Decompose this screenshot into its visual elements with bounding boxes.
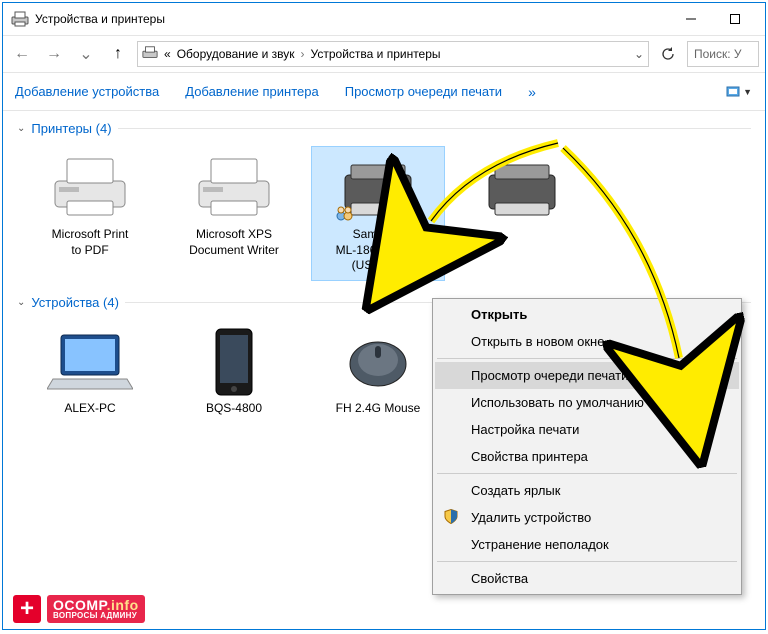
separator bbox=[437, 473, 737, 474]
divider bbox=[118, 128, 751, 129]
printer-icon bbox=[47, 153, 133, 223]
toolbar-overflow-button[interactable]: » bbox=[528, 84, 536, 100]
phone-icon bbox=[191, 327, 277, 397]
shared-icon bbox=[335, 202, 355, 227]
watermark-sub: ВОПРОСЫ АДМИНУ bbox=[53, 612, 139, 620]
titlebar: Устройства и принтеры bbox=[3, 3, 765, 35]
printer-icon bbox=[335, 153, 421, 223]
command-bar: Добавление устройства Добавление принтер… bbox=[3, 73, 765, 111]
chevron-down-icon: ⌄ bbox=[79, 44, 92, 64]
add-printer-button[interactable]: Добавление принтера bbox=[185, 84, 318, 99]
address-dropdown-button[interactable]: ⌄ bbox=[634, 47, 644, 61]
forward-button[interactable]: → bbox=[41, 41, 67, 67]
search-input[interactable]: Поиск: У bbox=[687, 41, 759, 67]
ctx-properties[interactable]: Свойства bbox=[435, 565, 739, 592]
printer-item[interactable]: Microsoft XPS Document Writer bbox=[167, 146, 301, 281]
ctx-troubleshoot[interactable]: Устранение неполадок bbox=[435, 531, 739, 558]
up-button[interactable]: ↑ bbox=[105, 41, 131, 67]
view-print-queue-button[interactable]: Просмотр очереди печати bbox=[345, 84, 502, 99]
devices-and-printers-window: Устройства и принтеры ← → ⌄ ↑ « Оборудов… bbox=[2, 2, 766, 630]
device-item[interactable]: ALEX-PC bbox=[23, 320, 157, 439]
watermark-text: OCOMP.info ВОПРОСЫ АДМИНУ bbox=[47, 595, 145, 623]
ctx-printer-properties[interactable]: Свойства принтера bbox=[435, 443, 739, 470]
add-device-button[interactable]: Добавление устройства bbox=[15, 84, 159, 99]
mouse-icon bbox=[335, 327, 421, 397]
printer-item-selected[interactable]: Samsung ML-1860 Series (USB001) bbox=[311, 146, 445, 281]
printers-items: Microsoft Print to PDF Microsoft XPS Doc… bbox=[3, 140, 765, 291]
ctx-open[interactable]: Открыть bbox=[435, 301, 739, 328]
search-placeholder: Поиск: У bbox=[694, 47, 742, 61]
printer-devices-icon bbox=[142, 45, 158, 64]
address-bar[interactable]: « Оборудование и звук › Устройства и при… bbox=[137, 41, 649, 67]
item-label: ALEX-PC bbox=[64, 401, 115, 432]
separator bbox=[437, 358, 737, 359]
shield-icon bbox=[443, 508, 459, 527]
chevron-down-icon: ⌄ bbox=[17, 297, 25, 308]
ctx-view-print-queue[interactable]: Просмотр очереди печати bbox=[435, 362, 739, 389]
maximize-button[interactable] bbox=[713, 4, 757, 34]
ctx-create-shortcut[interactable]: Создать ярлык bbox=[435, 477, 739, 504]
crumb-devices-printers[interactable]: Устройства и принтеры bbox=[311, 47, 441, 61]
laptop-icon bbox=[47, 327, 133, 397]
refresh-button[interactable] bbox=[655, 41, 681, 67]
printer-devices-icon bbox=[11, 10, 29, 28]
ctx-remove-device[interactable]: Удалить устройство bbox=[435, 504, 739, 531]
plus-icon: + bbox=[13, 595, 41, 623]
chevron-down-icon: ⌄ bbox=[17, 123, 25, 134]
ctx-set-default[interactable]: Использовать по умолчанию bbox=[435, 389, 739, 416]
view-options-button[interactable]: ▼ bbox=[725, 81, 753, 103]
group-header-printers[interactable]: ⌄ Принтеры (4) bbox=[3, 117, 765, 140]
context-menu: Открыть Открыть в новом окне Просмотр оч… bbox=[432, 298, 742, 595]
item-label: Microsoft Print to PDF bbox=[52, 227, 129, 258]
recent-locations-button[interactable]: ⌄ bbox=[73, 41, 99, 67]
printer-item[interactable] bbox=[455, 146, 589, 281]
minimize-button[interactable] bbox=[669, 4, 713, 34]
crumb-dropdown[interactable]: « bbox=[164, 47, 171, 61]
nav-bar: ← → ⌄ ↑ « Оборудование и звук › Устройст… bbox=[3, 35, 765, 73]
item-label: Microsoft XPS Document Writer bbox=[189, 227, 279, 258]
item-label: Samsung ML-1860 Series (USB001) bbox=[336, 227, 421, 274]
device-item[interactable]: BQS-4800 bbox=[167, 320, 301, 439]
watermark: + OCOMP.info ВОПРОСЫ АДМИНУ bbox=[13, 595, 145, 623]
ctx-remove-device-label: Удалить устройство bbox=[471, 510, 591, 525]
ctx-open-new-window[interactable]: Открыть в новом окне bbox=[435, 328, 739, 355]
ctx-printing-prefs[interactable]: Настройка печати bbox=[435, 416, 739, 443]
group-printers-label: Принтеры (4) bbox=[31, 121, 111, 136]
chevron-right-icon: › bbox=[301, 47, 305, 61]
separator bbox=[437, 561, 737, 562]
printer-icon bbox=[479, 153, 565, 223]
item-label: FH 2.4G Mouse bbox=[336, 401, 421, 432]
item-label: BQS-4800 bbox=[206, 401, 262, 432]
window-title: Устройства и принтеры bbox=[35, 12, 669, 26]
back-button[interactable]: ← bbox=[9, 41, 35, 67]
crumb-hardware-sound[interactable]: Оборудование и звук bbox=[177, 47, 295, 61]
printer-icon bbox=[191, 153, 277, 223]
printer-item[interactable]: Microsoft Print to PDF bbox=[23, 146, 157, 281]
device-item[interactable]: FH 2.4G Mouse bbox=[311, 320, 445, 439]
group-devices-label: Устройства (4) bbox=[31, 295, 119, 310]
